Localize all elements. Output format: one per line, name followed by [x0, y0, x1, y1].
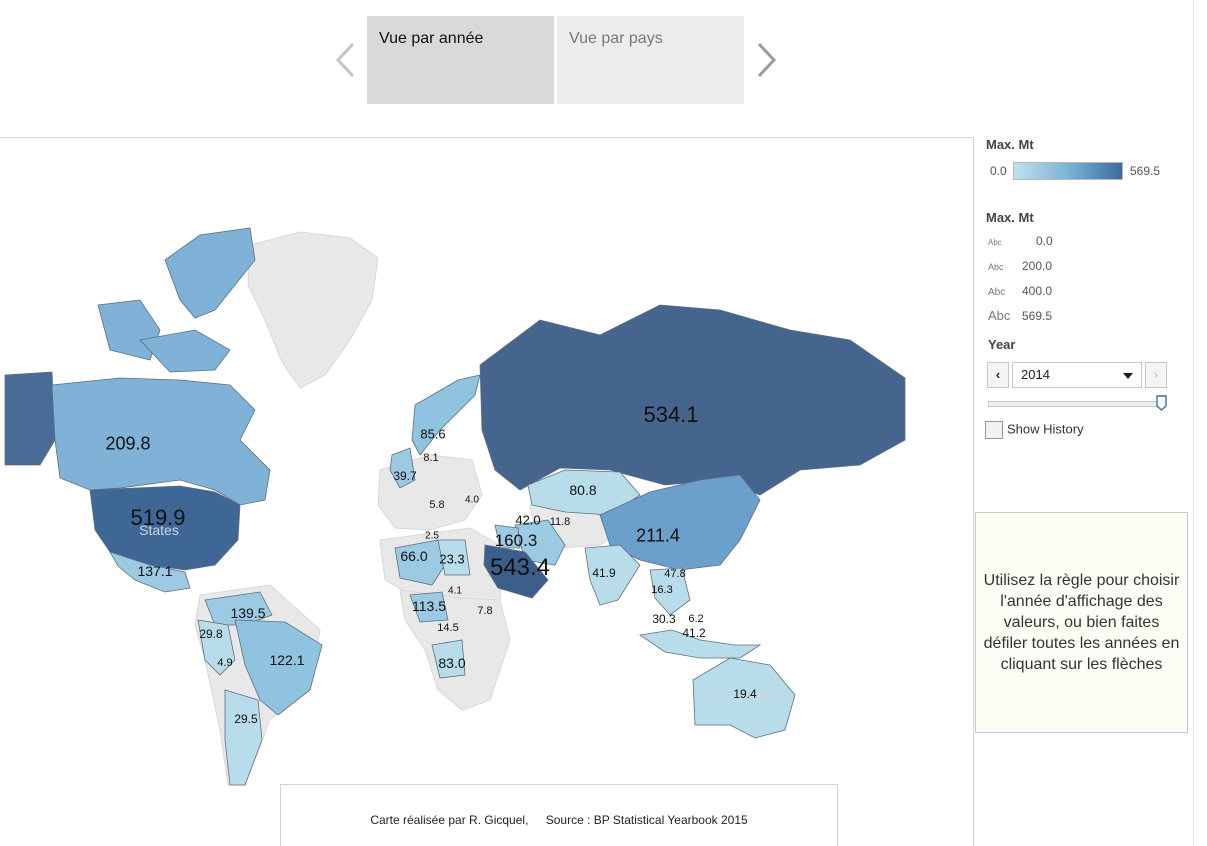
map-value-label: 14.5 — [437, 622, 459, 634]
map-value-label: 113.5 — [412, 598, 446, 614]
country-russia — [479, 304, 906, 496]
map-value-label: 543.4 — [489, 554, 551, 581]
instruction-text: Utilisez la règle pour choisir l'année d… — [983, 572, 1180, 673]
story-tab-vue-par-annee[interactable]: Vue par année — [367, 16, 554, 104]
country-norway — [411, 374, 481, 456]
size-legend-value: 200.0 — [1022, 259, 1053, 273]
story-tab-vue-par-pays[interactable]: Vue par pays — [557, 16, 744, 104]
map-value-label: 85.6 — [420, 426, 446, 442]
map-value-label: 2.5 — [425, 530, 439, 542]
country-greenland — [247, 231, 379, 389]
map-value-label: 137.1 — [137, 563, 173, 579]
size-legend-title: Max. Mt — [986, 210, 1034, 225]
show-history-label: Show History — [1007, 421, 1084, 437]
map-value-label: 41.9 — [592, 566, 616, 580]
instruction-panel: Utilisez la règle pour choisir l'année d… — [975, 512, 1188, 733]
map-value-label: 211.4 — [636, 525, 680, 546]
size-marker: Abc — [988, 262, 1004, 272]
map-credit: Carte réalisée par R. Gicquel, Source : … — [280, 784, 838, 846]
credit-source: Source : BP Statistical Yearbook 2015 — [545, 813, 748, 827]
map-value-label: 41.2 — [682, 626, 706, 640]
size-legend-value: 569.5 — [1022, 309, 1053, 323]
world-map[interactable]: States Australia 534.1 519.9 543.4 211.4… — [0, 138, 973, 846]
map-value-label: 83.0 — [438, 655, 466, 671]
size-marker: Abc — [988, 287, 1006, 298]
map-value-label: 4.0 — [465, 494, 479, 506]
map-canvas — [4, 227, 906, 786]
story-next-button[interactable] — [754, 40, 778, 80]
size-legend-item: Abc 400.0 — [988, 282, 1052, 298]
map-value-label: 8.1 — [423, 452, 439, 464]
size-legend-item: Abc 569.5 — [988, 307, 1052, 323]
country-argentina — [224, 689, 263, 786]
map-value-label: 80.8 — [569, 482, 597, 498]
map-value-label: 534.1 — [643, 402, 699, 427]
color-legend-title: Max. Mt — [986, 137, 1034, 152]
size-legend-item: Abc 200.0 — [988, 257, 1052, 273]
checkbox-icon[interactable] — [985, 421, 1003, 439]
map-value-label: 16.3 — [651, 584, 673, 596]
country-canada — [51, 377, 271, 506]
credit-author: Carte réalisée par R. Gicquel, — [370, 813, 529, 827]
year-filter-title: Year — [988, 337, 1016, 352]
color-legend-max: 569.5 — [1130, 164, 1161, 178]
country-alaska — [4, 371, 56, 466]
year-next-button[interactable]: › — [1145, 362, 1167, 388]
size-legend-item: Abc 0.0 — [988, 232, 1053, 248]
map-value-label: 4.9 — [217, 657, 233, 669]
size-legend-value: 0.0 — [1036, 234, 1053, 248]
year-slider-thumb[interactable] — [1156, 395, 1167, 411]
chevron-right-icon — [757, 42, 777, 78]
caret-down-icon — [1123, 373, 1133, 379]
map-value-label: 39.7 — [393, 469, 417, 483]
country-canada-islands — [164, 227, 256, 319]
map-value-label: 160.3 — [494, 531, 538, 550]
map-value-label: 66.0 — [400, 548, 428, 564]
year-slider-track[interactable] — [988, 401, 1164, 407]
map-value-label: 11.8 — [549, 516, 571, 528]
year-selected-value: 2014 — [1021, 367, 1050, 382]
map-value-label: 519.9 — [130, 505, 186, 530]
map-value-label: 47.8 — [664, 568, 686, 580]
map-value-label: 4.1 — [448, 585, 462, 597]
story-prev-button[interactable] — [334, 40, 358, 80]
map-value-label: 29.8 — [199, 627, 223, 641]
year-prev-button[interactable]: ‹ — [987, 362, 1009, 388]
map-value-label: 29.5 — [234, 712, 258, 726]
chevron-left-icon — [335, 42, 355, 78]
show-history-toggle[interactable]: Show History — [985, 421, 1084, 439]
size-legend-value: 400.0 — [1022, 284, 1053, 298]
size-marker: Abc — [988, 308, 1011, 323]
color-legend-min: 0.0 — [990, 164, 1007, 178]
year-dropdown[interactable]: 2014 — [1012, 362, 1142, 388]
map-value-label: 139.5 — [230, 605, 266, 621]
map-value-label: 42.0 — [515, 512, 541, 528]
map-value-label: 5.8 — [429, 499, 445, 511]
divider — [973, 137, 974, 846]
map-value-label: 209.8 — [105, 433, 151, 454]
divider — [1193, 0, 1194, 846]
color-gradient-bar — [1013, 162, 1123, 180]
map-value-label: 19.4 — [733, 687, 757, 701]
map-value-label: 30.3 — [652, 612, 676, 626]
map-value-label: 122.1 — [269, 652, 305, 668]
map-value-label: 23.3 — [439, 551, 465, 567]
size-marker: Abc — [988, 238, 1002, 247]
map-value-label: 6.2 — [688, 613, 704, 625]
map-value-label: 7.8 — [477, 605, 493, 617]
